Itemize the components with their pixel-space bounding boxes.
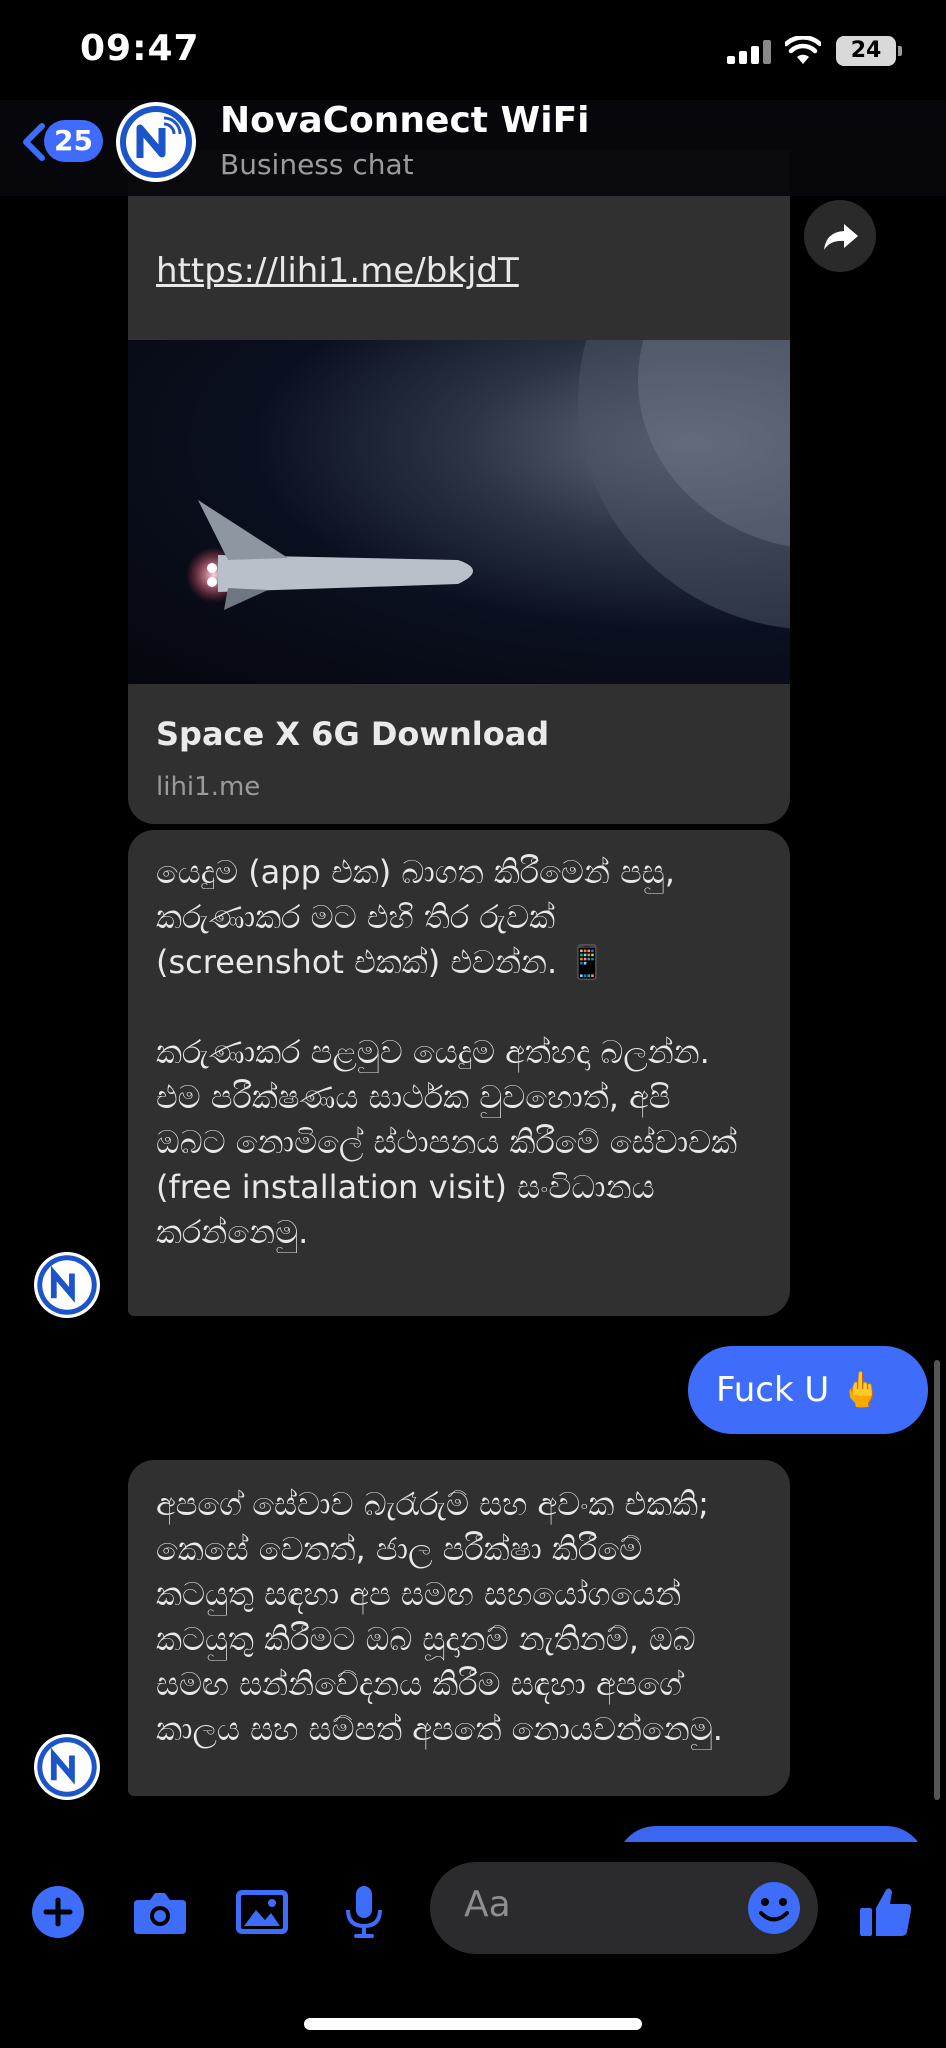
novaconnect-logo-icon [37, 1737, 97, 1797]
status-bar: 09:47 24 [0, 0, 946, 100]
photo-icon[interactable] [232, 1882, 292, 1942]
link-preview-image[interactable] [128, 340, 790, 684]
emoji-icon[interactable] [744, 1878, 804, 1938]
share-arrow-icon [824, 224, 858, 250]
chat-header: 25 NovaConnect WiFi Business chat [0, 100, 946, 196]
contact-avatar[interactable] [116, 102, 196, 182]
share-button[interactable] [804, 200, 876, 272]
contact-subtitle: Business chat [220, 148, 414, 181]
spaceship-image [186, 340, 790, 629]
link-preview-domain: lihi1.me [156, 772, 261, 802]
novaconnect-logo-icon [120, 106, 192, 178]
link-preview-title[interactable]: Space X 6G Download [128, 684, 790, 757]
back-button[interactable]: 25 [18, 116, 104, 168]
novaconnect-logo-icon [37, 1255, 97, 1315]
incoming-message[interactable]: යෙදුම (app එක) බාගත කිරීමෙන් පසු, කරුණාක… [128, 830, 790, 1316]
like-thumb-icon[interactable] [856, 1882, 916, 1942]
scrollbar[interactable] [934, 1360, 940, 1800]
incoming-message[interactable]: අපගේ සේවාව බැරෑරුම් සහ අවංක එකකි; කෙසේ ව… [128, 1460, 790, 1796]
microphone-icon[interactable] [334, 1882, 394, 1942]
status-time: 09:47 [80, 28, 200, 69]
message-input[interactable]: Aa [430, 1862, 818, 1954]
sender-avatar[interactable] [34, 1734, 100, 1800]
message-text: අපගේ සේවාව බැරෑරුම් සහ අවංක එකකි; කෙසේ ව… [156, 1485, 723, 1748]
battery-icon: 24 [836, 36, 902, 66]
signal-icon [727, 40, 771, 64]
outgoing-message[interactable]: Fuck U 🖕 [688, 1346, 928, 1434]
message-text: යෙදුම (app එක) බාගත කිරීමෙන් පසු, කරුණාක… [156, 853, 738, 1251]
message-input-placeholder: Aa [464, 1884, 511, 1925]
add-icon[interactable] [28, 1882, 88, 1942]
incoming-link-message[interactable]: https://lihi1.me/bkjdT Space X 6G Downlo… [128, 150, 790, 824]
message-composer: Aa [0, 1842, 946, 1992]
message-link[interactable]: https://lihi1.me/bkjdT [156, 249, 762, 294]
unread-count-badge: 25 [44, 120, 103, 162]
wifi-icon [785, 36, 821, 64]
sender-avatar[interactable] [34, 1252, 100, 1318]
contact-name[interactable]: NovaConnect WiFi [220, 100, 590, 141]
camera-icon[interactable] [130, 1882, 190, 1942]
home-indicator[interactable] [304, 2018, 642, 2030]
